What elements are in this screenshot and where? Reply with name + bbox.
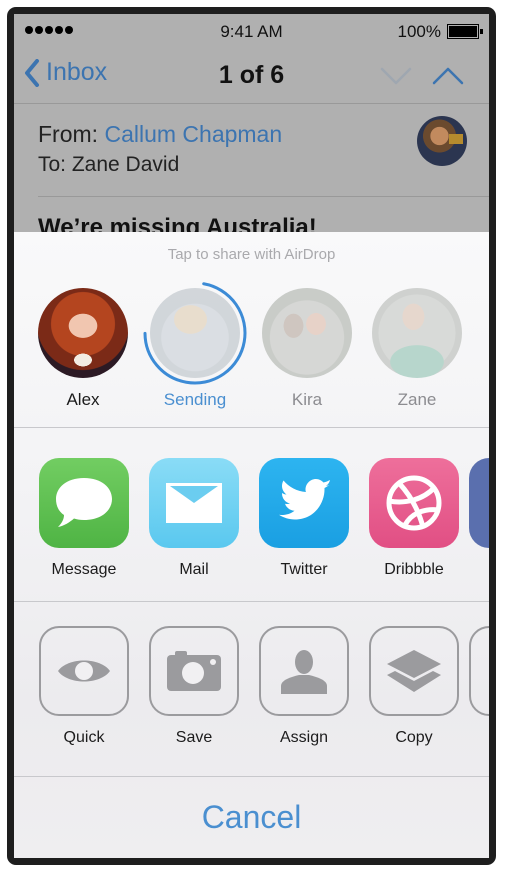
share-mail-button[interactable]: Mail bbox=[139, 458, 249, 579]
status-bar: 9:41 AM 100% bbox=[14, 14, 489, 48]
share-twitter-button[interactable]: Twitter bbox=[249, 458, 359, 579]
section-divider bbox=[14, 601, 489, 602]
share-dribbble-button[interactable]: Dribbble bbox=[359, 458, 469, 579]
dribbble-ball-icon bbox=[386, 475, 442, 531]
action-label: Assign bbox=[279, 729, 329, 746]
airdrop-contact[interactable]: Sending bbox=[143, 281, 247, 410]
contact-photo bbox=[372, 288, 462, 378]
contact-name: Alex bbox=[66, 390, 100, 409]
nav-bar: Inbox 1 of 6 bbox=[14, 48, 489, 104]
more-action-icon bbox=[469, 626, 489, 716]
envelope-icon bbox=[166, 483, 222, 523]
chevron-down-icon bbox=[380, 67, 412, 85]
screen: 9:41 AM 100% Inbox 1 of 6 From: Callum C… bbox=[14, 14, 489, 858]
contact-name: Zane bbox=[397, 390, 437, 409]
share-sheet: Tap to share with AirDrop Alex Sending K… bbox=[14, 232, 489, 858]
back-label: Inbox bbox=[46, 58, 108, 86]
eye-icon bbox=[58, 660, 110, 682]
chevron-up-icon bbox=[432, 67, 464, 85]
airdrop-row: Alex Sending Kira Zane bbox=[14, 281, 489, 422]
cancel-button[interactable]: Cancel bbox=[14, 777, 489, 858]
action-label: Copy bbox=[395, 729, 433, 746]
more-action-button[interactable] bbox=[469, 626, 489, 716]
to-label: To: bbox=[38, 153, 67, 176]
chevron-left-icon bbox=[25, 58, 39, 87]
section-divider bbox=[14, 427, 489, 428]
header-divider bbox=[38, 196, 489, 197]
speech-bubble-icon bbox=[56, 478, 112, 527]
sending-progress-ring bbox=[143, 281, 247, 385]
sender-avatar[interactable] bbox=[417, 116, 467, 166]
battery-icon bbox=[447, 24, 483, 39]
app-label: Dribbble bbox=[384, 561, 444, 578]
recipient-name[interactable]: Zane David bbox=[72, 153, 179, 176]
twitter-bird-icon bbox=[279, 479, 332, 520]
contact-photo bbox=[38, 288, 128, 378]
airdrop-contact[interactable]: Zane bbox=[367, 288, 467, 410]
copy-button[interactable]: Copy bbox=[359, 626, 469, 747]
airdrop-contact[interactable]: Alex bbox=[33, 288, 133, 410]
airdrop-contact[interactable]: Kira bbox=[257, 288, 357, 410]
action-label: Save bbox=[175, 729, 213, 746]
app-label: Message bbox=[51, 561, 117, 578]
share-facebook-button[interactable] bbox=[469, 458, 489, 548]
person-icon bbox=[281, 650, 327, 694]
from-line: From: Callum Chapman bbox=[38, 121, 282, 148]
back-to-inbox-button[interactable]: Inbox bbox=[24, 58, 107, 87]
sender-name-link[interactable]: Callum Chapman bbox=[104, 121, 282, 147]
assign-to-contact-button[interactable]: Assign bbox=[249, 626, 359, 747]
share-actions-row: Quick Save Assign Copy bbox=[14, 614, 489, 764]
app-label: Mail bbox=[179, 561, 209, 578]
facebook-icon bbox=[469, 458, 489, 548]
previous-message-button[interactable] bbox=[432, 66, 464, 91]
contact-name: Kira bbox=[291, 390, 323, 409]
contact-name: Sending bbox=[163, 390, 227, 409]
contact-photo bbox=[262, 288, 352, 378]
action-label: Quick bbox=[63, 729, 105, 746]
app-label: Twitter bbox=[280, 561, 328, 578]
next-message-button[interactable] bbox=[380, 66, 412, 91]
from-label: From: bbox=[38, 121, 99, 147]
save-image-button[interactable]: Save bbox=[139, 626, 249, 747]
share-apps-row: Message Mail Twitter Dribbble bbox=[14, 440, 489, 590]
layers-icon bbox=[387, 650, 441, 692]
quick-look-button[interactable]: Quick bbox=[29, 626, 139, 747]
camera-icon bbox=[167, 651, 221, 691]
airdrop-hint: Tap to share with AirDrop bbox=[167, 246, 336, 263]
contact-photo bbox=[143, 281, 247, 385]
mail-header: From: Callum Chapman To: Zane David We’r… bbox=[14, 104, 489, 241]
to-line: To: Zane David bbox=[38, 153, 179, 177]
share-message-button[interactable]: Message bbox=[29, 458, 139, 579]
battery-percent: 100% bbox=[397, 22, 441, 41]
